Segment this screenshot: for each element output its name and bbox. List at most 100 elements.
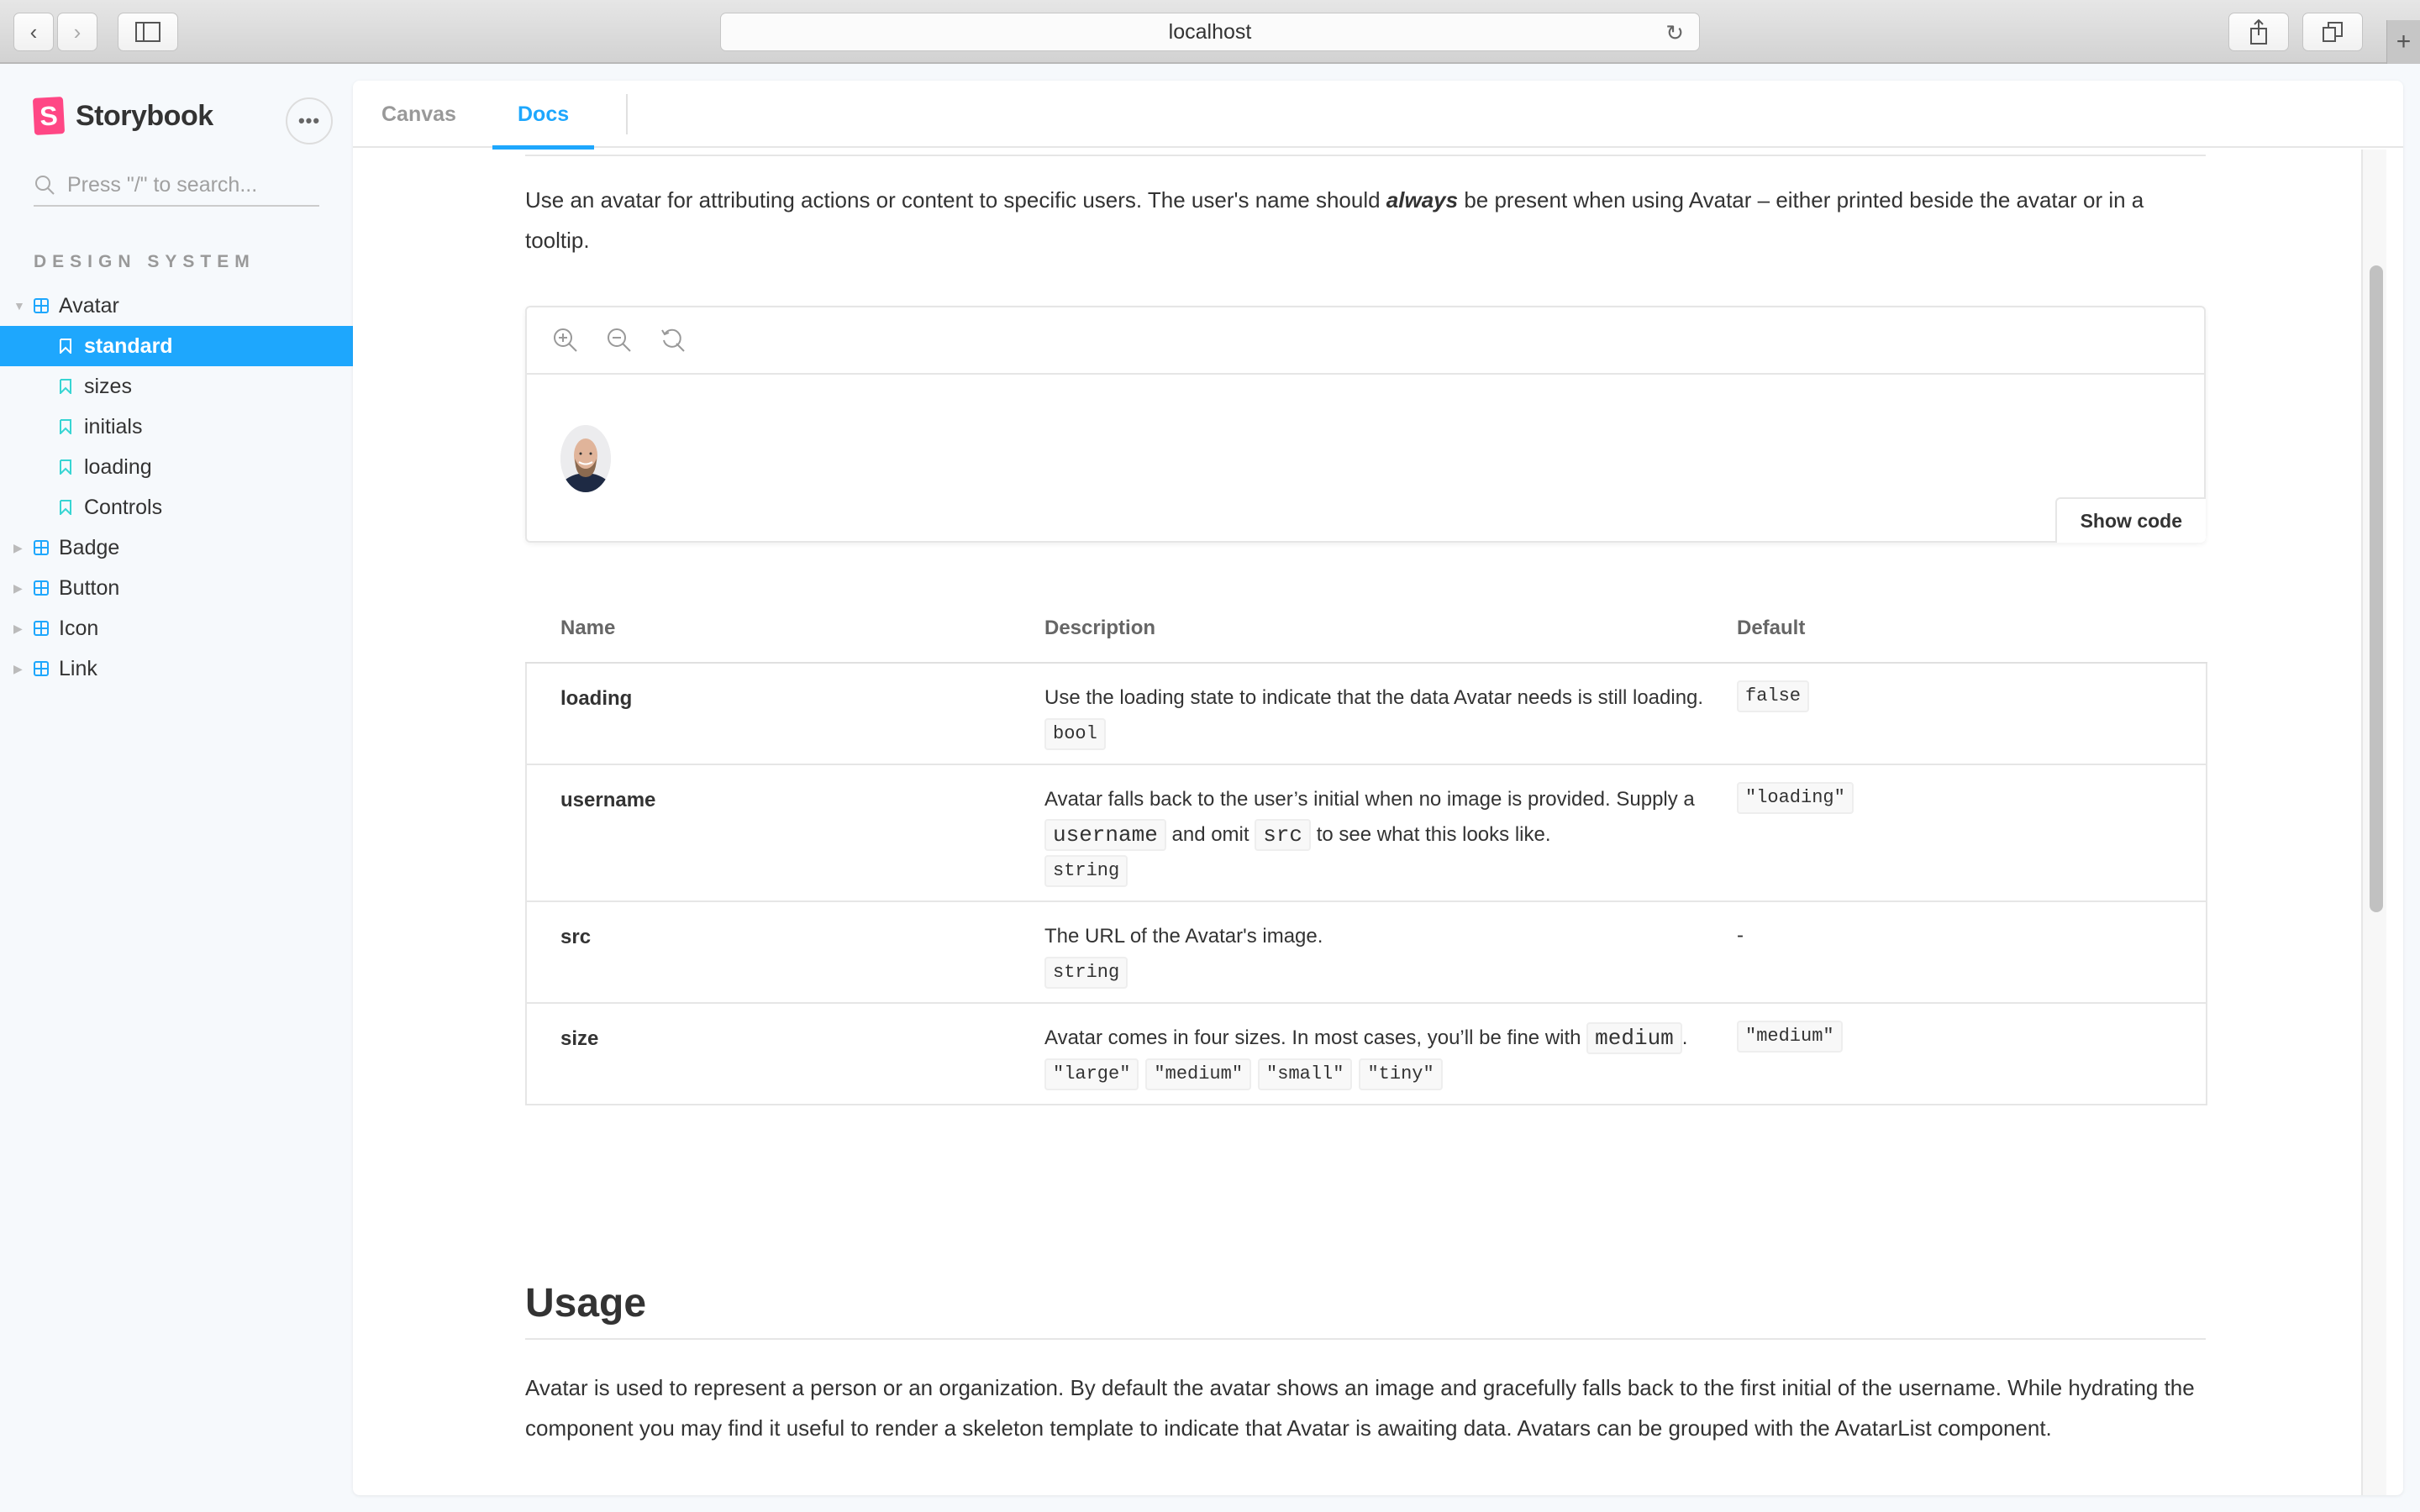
prop-default: - (1737, 924, 1744, 947)
prop-default: "loading" (1737, 782, 1854, 814)
search-icon (35, 176, 55, 195)
sidebar-toggle-button[interactable] (118, 13, 178, 51)
type-badge: "small" (1258, 1058, 1353, 1090)
sidebar: S Storybook ••• DESIGN SYSTEM ▼ Avatar s… (0, 66, 353, 1512)
story-preview: Show code (525, 306, 2206, 543)
new-tab-button[interactable]: + (2386, 20, 2420, 64)
prop-name: loading (560, 687, 633, 710)
storybook-logo-icon: S (32, 97, 66, 135)
component-icon (34, 540, 49, 555)
address-bar[interactable]: localhost ↻ (720, 13, 1700, 51)
zoom-out-icon[interactable] (606, 327, 633, 354)
tabs-icon (2323, 22, 2343, 42)
search-box[interactable] (34, 165, 319, 207)
tree-item-loading[interactable]: loading (0, 447, 353, 487)
tree-item-avatar[interactable]: ▼ Avatar (0, 286, 353, 326)
props-table-body: loading Use the loading state to indicat… (525, 664, 2207, 1105)
description-part: and omit (1165, 823, 1255, 846)
inline-code: medium (1586, 1022, 1682, 1054)
tree-item-initials[interactable]: initials (0, 407, 353, 447)
caret-right-icon: ▶ (13, 580, 23, 595)
ellipsis-icon: ••• (297, 110, 321, 131)
chevron-left-icon: ‹ (29, 18, 38, 45)
type-badge: string (1044, 957, 1128, 989)
tree-item-label: loading (84, 454, 152, 479)
prop-description-text: Avatar falls back to the user’s initial … (1044, 782, 1708, 853)
component-icon (34, 621, 49, 636)
tab-docs[interactable]: Docs (492, 81, 595, 150)
tree-item-icon[interactable]: ▶ Icon (0, 608, 353, 648)
inline-code: src (1255, 819, 1312, 851)
scrollbar-thumb[interactable] (2370, 265, 2383, 912)
main-panel: Canvas Docs Use an avatar for attributin… (353, 81, 2403, 1495)
description-part: to see what this looks like. (1311, 823, 1551, 846)
tab-divider (626, 94, 628, 134)
bookmark-icon (60, 459, 71, 475)
tree-item-label: Badge (59, 535, 120, 559)
description-part: Avatar falls back to the user’s initial … (1044, 788, 1695, 811)
zoom-in-icon[interactable] (552, 327, 579, 354)
prop-name: src (560, 926, 592, 948)
tabs-overview-button[interactable] (2302, 13, 2363, 51)
table-row: loading Use the loading state to indicat… (527, 664, 2206, 765)
component-icon (34, 298, 49, 313)
bookmark-icon (60, 419, 71, 434)
tab-bar: Canvas Docs (353, 81, 2403, 150)
prop-description-text: The URL of the Avatar's image. (1044, 925, 1323, 948)
tree-item-controls[interactable]: Controls (0, 487, 353, 528)
bookmark-icon (60, 379, 71, 394)
caret-right-icon: ▶ (13, 540, 23, 554)
scrollbar[interactable] (2361, 150, 2386, 1495)
table-row: src The URL of the Avatar's image. strin… (527, 902, 2206, 1004)
back-button[interactable]: ‹ (13, 13, 54, 51)
component-icon (34, 580, 49, 596)
preview-toolbar (527, 307, 2204, 375)
plus-icon: + (2396, 28, 2412, 55)
bookmark-icon (60, 339, 71, 354)
type-badge: "medium" (1145, 1058, 1252, 1090)
prop-name: username (560, 789, 656, 811)
prop-description: Avatar comes in four sizes. In most case… (1044, 1004, 1708, 1104)
header-name: Name (560, 617, 616, 639)
search-input[interactable] (67, 172, 311, 197)
intro-text: Use an avatar for attributing actions or… (525, 180, 2214, 260)
share-button[interactable] (2228, 13, 2289, 51)
bookmark-icon (60, 500, 71, 515)
tab-canvas[interactable]: Canvas (381, 81, 456, 148)
component-icon (34, 661, 49, 676)
group-title: DESIGN SYSTEM (34, 252, 255, 271)
reload-icon[interactable]: ↻ (1665, 20, 1684, 46)
tree-item-label: Controls (84, 495, 163, 519)
tree-item-label: Icon (59, 616, 99, 640)
sidebar-icon (135, 22, 160, 42)
tree-item-sizes[interactable]: sizes (0, 366, 353, 407)
props-table-header: Name Description Default (525, 595, 2207, 664)
prop-description: Use the loading state to indicate that t… (1044, 664, 1708, 764)
prop-types: bool (1044, 717, 1708, 750)
caret-right-icon: ▶ (13, 661, 23, 675)
tree-item-label: Avatar (59, 293, 119, 318)
tree-item-standard[interactable]: standard (0, 326, 353, 366)
usage-paragraph: Avatar is used to represent a person or … (525, 1375, 2195, 1441)
brand-name: Storybook (76, 99, 213, 132)
chevron-right-icon: › (73, 18, 82, 45)
props-table: Name Description Default loading Use the… (525, 595, 2207, 1105)
tree-item-label: Link (59, 656, 97, 680)
forward-button[interactable]: › (57, 13, 97, 51)
description-part: . (1681, 1026, 1688, 1049)
tree-item-link[interactable]: ▶ Link (0, 648, 353, 689)
prop-name: size (560, 1027, 599, 1050)
show-code-button[interactable]: Show code (2054, 497, 2206, 543)
prop-types: string (1044, 956, 1708, 989)
menu-button[interactable]: ••• (286, 97, 333, 144)
tree-item-button[interactable]: ▶ Button (0, 568, 353, 608)
caret-right-icon: ▶ (13, 621, 23, 635)
intro-text-part: Use an avatar for attributing actions or… (525, 187, 1386, 213)
brand[interactable]: S Storybook (32, 97, 213, 135)
docs-content: Use an avatar for attributing actions or… (353, 150, 2361, 1495)
header-description: Description (1044, 617, 1156, 639)
prop-default: "medium" (1737, 1021, 1843, 1053)
zoom-reset-icon[interactable] (660, 327, 687, 354)
share-icon (2250, 19, 2267, 45)
tree-item-badge[interactable]: ▶ Badge (0, 528, 353, 568)
